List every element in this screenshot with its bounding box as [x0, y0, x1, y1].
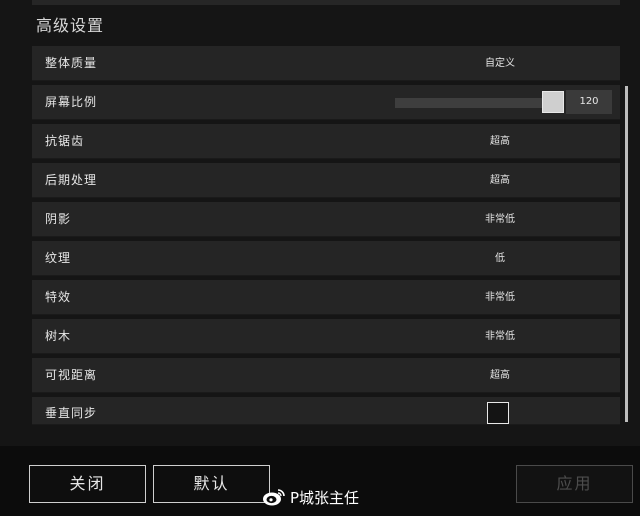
footer-bar: 关闭 默认 应用 P城张主任 — [0, 446, 640, 516]
watermark: P城张主任 — [262, 486, 359, 508]
setting-value-selector[interactable]: 低 — [450, 241, 550, 276]
setting-row-anti-aliasing[interactable]: 抗锯齿 超高 — [32, 124, 620, 159]
setting-label: 屏幕比例 — [45, 95, 98, 109]
setting-label: 阴影 — [45, 212, 72, 226]
settings-panel: 高级设置 整体质量 自定义 屏幕比例 120 抗锯齿 超高 后期处理 超高 阴影… — [0, 0, 640, 446]
previous-row-edge — [32, 0, 620, 5]
setting-row-view-distance[interactable]: 可视距离 超高 — [32, 358, 620, 393]
setting-label: 纹理 — [45, 251, 72, 265]
settings-list: 整体质量 自定义 屏幕比例 120 抗锯齿 超高 后期处理 超高 阴影 非常低 … — [32, 46, 620, 429]
setting-row-effects[interactable]: 特效 非常低 — [32, 280, 620, 315]
default-button[interactable]: 默认 — [153, 465, 270, 503]
apply-button[interactable]: 应用 — [516, 465, 633, 503]
watermark-text: P城张主任 — [290, 488, 360, 507]
setting-label: 垂直同步 — [45, 406, 98, 420]
scrollbar[interactable] — [625, 86, 628, 422]
setting-value-selector[interactable]: 超高 — [450, 124, 550, 159]
screen-scale-slider-track[interactable] — [395, 98, 561, 108]
setting-row-screen-scale[interactable]: 屏幕比例 120 — [32, 85, 620, 120]
setting-value-selector[interactable]: 自定义 — [450, 46, 550, 81]
screen-scale-slider-thumb[interactable] — [542, 91, 564, 113]
setting-label: 可视距离 — [45, 368, 98, 382]
setting-label: 特效 — [45, 290, 72, 304]
screen-scale-value: 120 — [566, 90, 612, 114]
setting-row-shadows[interactable]: 阴影 非常低 — [32, 202, 620, 237]
setting-value-selector[interactable]: 超高 — [450, 358, 550, 393]
setting-value-selector[interactable]: 非常低 — [450, 202, 550, 237]
setting-value-selector[interactable]: 非常低 — [450, 319, 550, 354]
setting-row-post-processing[interactable]: 后期处理 超高 — [32, 163, 620, 198]
setting-value-selector[interactable]: 非常低 — [450, 280, 550, 315]
setting-label: 树木 — [45, 329, 72, 343]
setting-label: 抗锯齿 — [45, 134, 85, 148]
setting-label: 整体质量 — [45, 56, 98, 70]
setting-value-selector[interactable]: 超高 — [450, 163, 550, 198]
vsync-checkbox[interactable] — [487, 402, 509, 424]
setting-row-overall-quality[interactable]: 整体质量 自定义 — [32, 46, 620, 81]
setting-row-foliage[interactable]: 树木 非常低 — [32, 319, 620, 354]
close-button[interactable]: 关闭 — [29, 465, 146, 503]
section-title: 高级设置 — [36, 16, 105, 35]
setting-label: 后期处理 — [45, 173, 98, 187]
weibo-icon — [263, 489, 285, 506]
setting-row-vsync[interactable]: 垂直同步 — [32, 397, 620, 425]
setting-row-textures[interactable]: 纹理 低 — [32, 241, 620, 276]
